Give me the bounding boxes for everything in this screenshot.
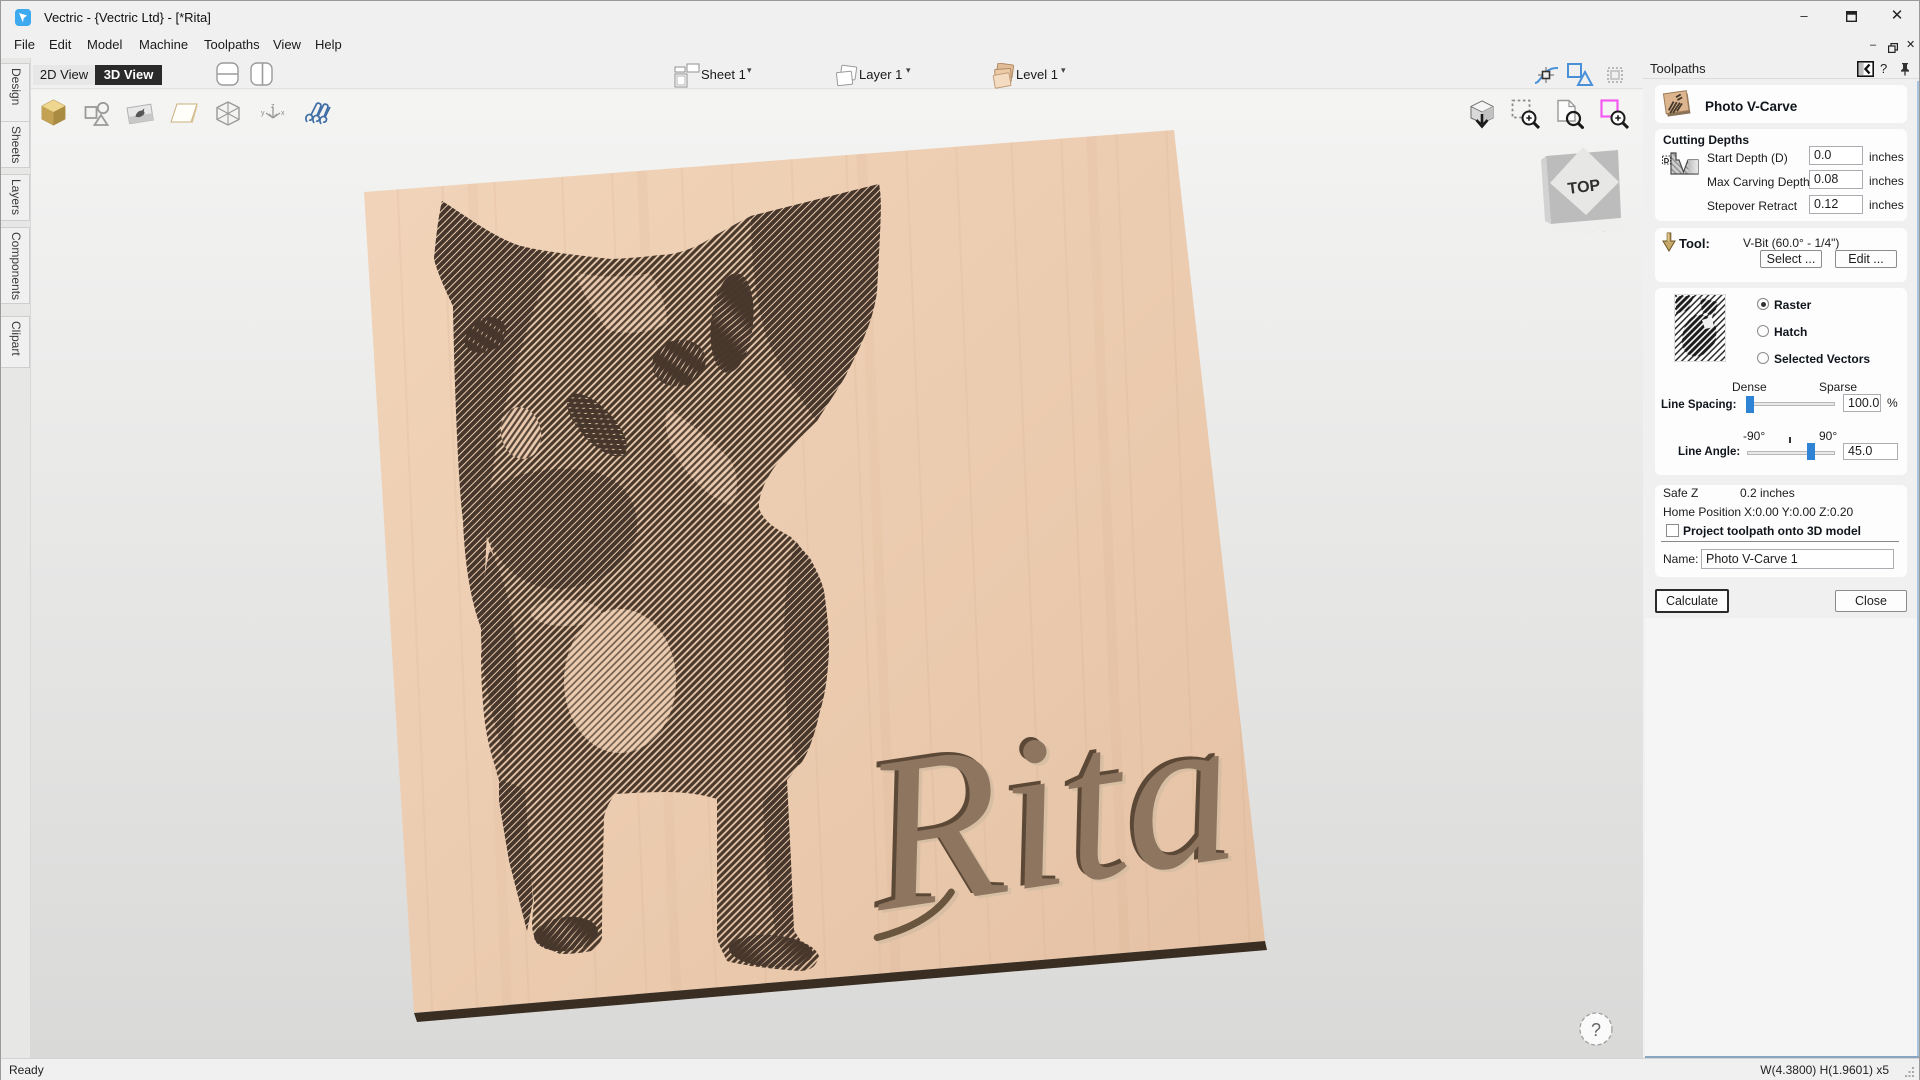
- svg-text:?: ?: [1591, 1020, 1601, 1040]
- svg-text:x: x: [281, 110, 285, 117]
- svg-text:D: D: [1664, 156, 1670, 165]
- svg-text:y: y: [261, 110, 265, 117]
